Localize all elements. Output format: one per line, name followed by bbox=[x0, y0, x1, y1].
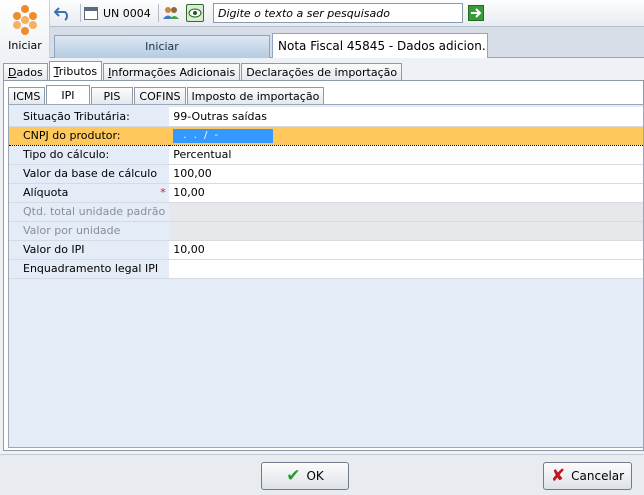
tab-tributos[interactable]: Tributos bbox=[48, 61, 103, 82]
ipi-property-grid: Situação Tributária: 99-Outras saídas CN… bbox=[8, 104, 644, 448]
search-input[interactable] bbox=[213, 3, 463, 23]
tab-imposto-importacao[interactable]: Imposto de importação bbox=[186, 87, 325, 105]
check-icon: ✔ bbox=[286, 466, 301, 486]
view-button[interactable] bbox=[186, 4, 204, 22]
field-label: Valor por unidade bbox=[9, 221, 170, 241]
tab-declaracoes-importacao[interactable]: Declarações de importação bbox=[241, 63, 403, 81]
tab-tributos-label: ributos bbox=[58, 65, 98, 78]
field-row-qtd-total: Qtd. total unidade padrão bbox=[9, 202, 643, 222]
main-tabs: Dados Tributos Informações Adicionais De… bbox=[3, 61, 403, 82]
field-row-valor-unidade: Valor por unidade bbox=[9, 221, 643, 241]
go-arrow-icon bbox=[471, 8, 482, 18]
top-toolbar: UN 0004 bbox=[0, 0, 644, 27]
tab-informacoes-label: nformações Adicionais bbox=[111, 66, 236, 79]
field-label: CNPJ do produtor: bbox=[9, 125, 170, 146]
field-row-enquadramento[interactable]: Enquadramento legal IPI bbox=[9, 259, 643, 279]
people-icon bbox=[163, 7, 179, 19]
cnpj-produtor-input[interactable]: . . / - bbox=[169, 125, 643, 146]
aliquota-value[interactable]: * 10,00 bbox=[160, 183, 643, 203]
tab-dados[interactable]: Dados bbox=[3, 63, 48, 81]
field-label: Alíquota bbox=[9, 183, 170, 203]
cnpj-mask: . . / - bbox=[173, 129, 274, 143]
main-panel: Dados Tributos Informações Adicionais De… bbox=[0, 58, 644, 454]
field-label: Valor do IPI bbox=[9, 240, 170, 260]
cancel-label: Cancelar bbox=[571, 469, 625, 483]
tab-cofins[interactable]: COFINS bbox=[134, 87, 186, 105]
field-row-situacao[interactable]: Situação Tributária: 99-Outras saídas bbox=[9, 107, 643, 127]
tributos-panel: ICMS IPI PIS COFINS Imposto de importaçã… bbox=[3, 80, 644, 451]
home-label: Iniciar bbox=[8, 39, 42, 52]
base-calculo-value[interactable]: 100,00 bbox=[169, 164, 643, 184]
field-label: Qtd. total unidade padrão bbox=[9, 202, 170, 222]
window-tab-iniciar[interactable]: Iniciar bbox=[54, 35, 270, 58]
valor-unidade-value bbox=[169, 221, 643, 241]
cancel-button[interactable]: ✘ Cancelar bbox=[543, 462, 632, 490]
undo-button[interactable] bbox=[54, 3, 76, 23]
field-label: Enquadramento legal IPI bbox=[9, 259, 170, 279]
field-label: Valor da base de cálculo bbox=[9, 164, 170, 184]
unit-selector[interactable]: UN 0004 bbox=[84, 3, 151, 23]
calendar-icon bbox=[84, 6, 98, 20]
situacao-tributaria-value[interactable]: 99-Outras saídas bbox=[169, 107, 643, 127]
logo-icon bbox=[13, 5, 37, 35]
field-label: Situação Tributária: bbox=[9, 107, 170, 127]
field-row-cnpj-produtor[interactable]: CNPJ do produtor: . . / - bbox=[9, 125, 643, 146]
tab-informacoes-adicionais[interactable]: Informações Adicionais bbox=[103, 63, 241, 81]
home-button[interactable]: Iniciar bbox=[0, 0, 50, 58]
tipo-calculo-value[interactable]: Percentual bbox=[169, 145, 643, 165]
field-row-aliquota[interactable]: Alíquota * 10,00 bbox=[9, 183, 643, 203]
enquadramento-value[interactable] bbox=[169, 259, 643, 279]
qtd-total-value bbox=[169, 202, 643, 222]
toolbar-separator bbox=[80, 4, 81, 22]
window-tab-nota-fiscal[interactable]: Nota Fiscal 45845 - Dados adicion... bbox=[272, 33, 488, 58]
unit-label: UN 0004 bbox=[103, 6, 151, 20]
eye-icon bbox=[188, 8, 202, 18]
field-label: Tipo do cálculo: bbox=[9, 145, 170, 165]
aliquota-text: 10,00 bbox=[173, 186, 205, 199]
dialog-buttons: ✔ OK ✘ Cancelar bbox=[0, 454, 644, 495]
tab-icms[interactable]: ICMS bbox=[8, 87, 46, 105]
toolbar-separator bbox=[158, 4, 159, 22]
field-row-tipo-calculo[interactable]: Tipo do cálculo: Percentual bbox=[9, 145, 643, 165]
window-tabs: Iniciar Nota Fiscal 45845 - Dados adicio… bbox=[50, 27, 644, 58]
tab-dados-label: ados bbox=[16, 66, 43, 79]
ipi-fields-table: Situação Tributária: 99-Outras saídas CN… bbox=[9, 107, 643, 279]
ok-label: OK bbox=[306, 469, 324, 483]
valor-ipi-value[interactable]: 10,00 bbox=[169, 240, 643, 260]
x-icon: ✘ bbox=[550, 466, 566, 486]
tab-pis[interactable]: PIS bbox=[90, 87, 134, 105]
users-button[interactable] bbox=[162, 3, 182, 23]
required-mark: * bbox=[160, 186, 166, 199]
tax-tabs: ICMS IPI PIS COFINS Imposto de importaçã… bbox=[8, 85, 325, 106]
tab-ipi[interactable]: IPI bbox=[46, 85, 90, 106]
undo-icon bbox=[54, 7, 68, 21]
field-row-base-calculo[interactable]: Valor da base de cálculo 100,00 bbox=[9, 164, 643, 184]
search-go-button[interactable] bbox=[468, 5, 484, 21]
ok-button[interactable]: ✔ OK bbox=[261, 462, 349, 490]
field-row-valor-ipi[interactable]: Valor do IPI 10,00 bbox=[9, 240, 643, 260]
